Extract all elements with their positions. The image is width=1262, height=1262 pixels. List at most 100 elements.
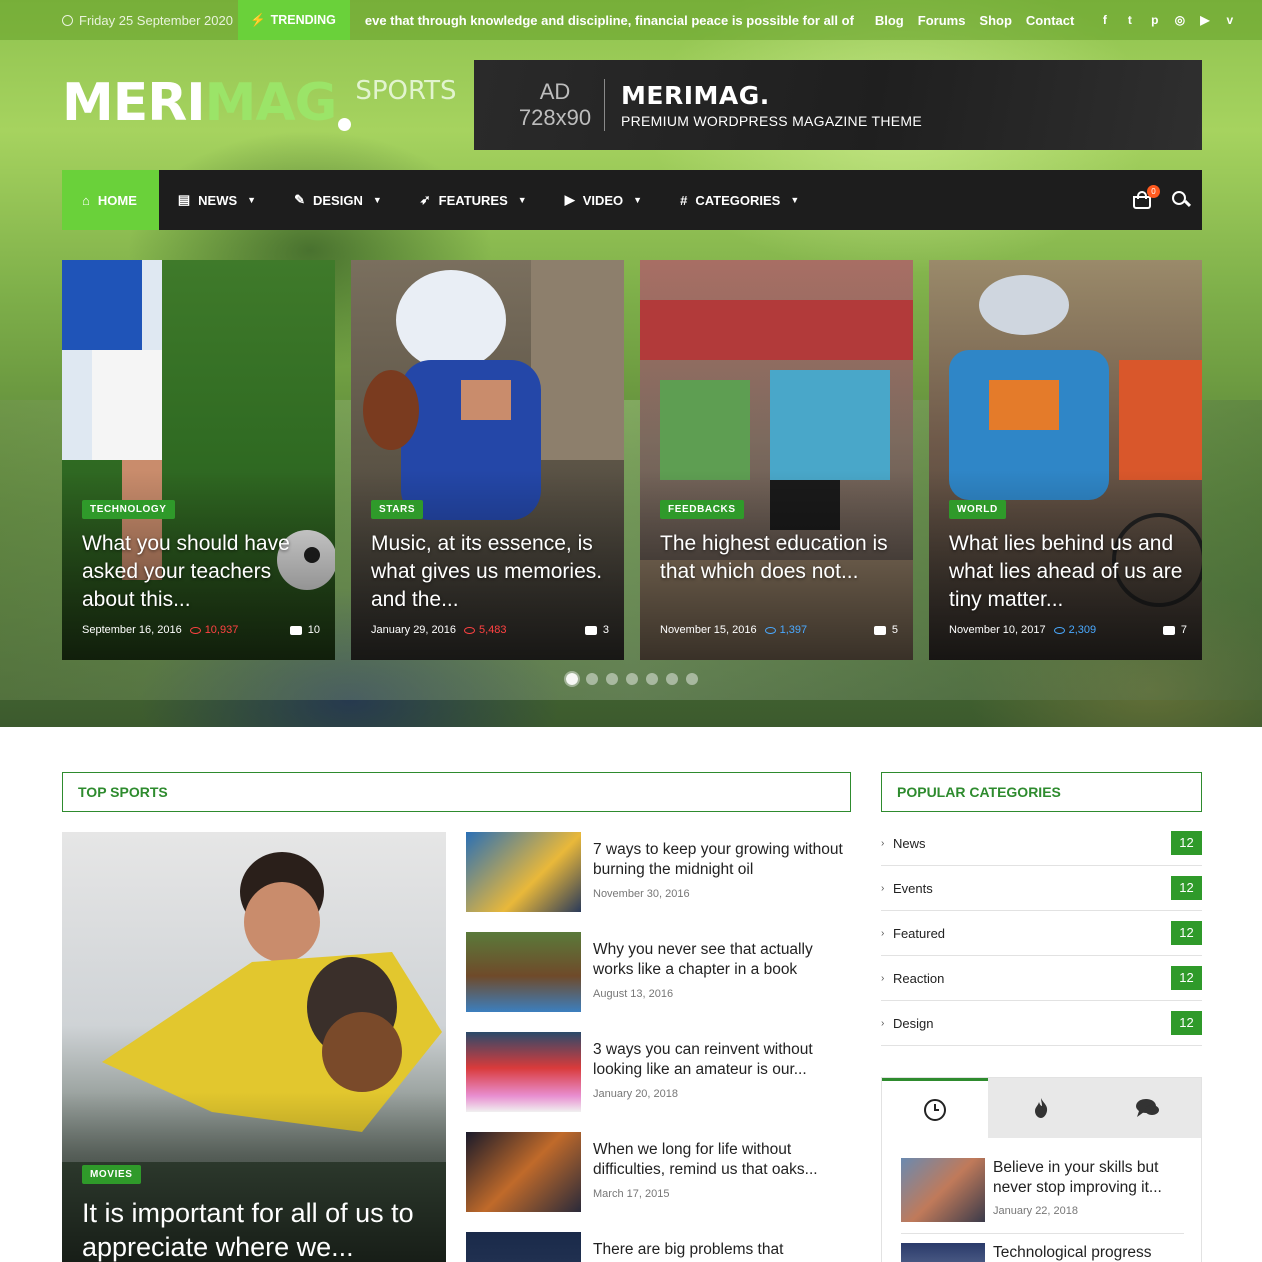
clock-icon xyxy=(62,14,73,26)
list-item[interactable]: Believe in your skills but never stop im… xyxy=(901,1158,1184,1222)
cart-icon[interactable]: 0 xyxy=(1132,185,1160,209)
featured-title[interactable]: It is important for all of us to appreci… xyxy=(82,1196,432,1262)
post-thumbnail[interactable] xyxy=(901,1158,985,1222)
category-item-featured[interactable]: › Featured 12 xyxy=(881,911,1202,956)
trending-ticker[interactable]: eve that through knowledge and disciplin… xyxy=(365,13,855,28)
post-thumbnail[interactable] xyxy=(466,1232,581,1262)
card-meta: January 29, 2016 5,483 3 xyxy=(371,624,609,636)
comment-count[interactable]: 10 xyxy=(289,624,320,636)
slider-card[interactable]: WORLD What lies behind us and what lies … xyxy=(929,260,1202,660)
eye-icon xyxy=(1053,626,1065,634)
category-item-news[interactable]: › News 12 xyxy=(881,821,1202,866)
list-item[interactable]: Technological progress xyxy=(901,1243,1184,1262)
category-item-reaction[interactable]: › Reaction 12 xyxy=(881,956,1202,1001)
nav-item-news[interactable]: ▤ NEWS ▼ xyxy=(159,170,275,230)
slider-dot[interactable] xyxy=(646,673,658,685)
ad-banner[interactable]: AD 728x90 MERIMAG. PREMIUM WORDPRESS MAG… xyxy=(474,60,1202,150)
slider-dot[interactable] xyxy=(666,673,678,685)
post-thumbnail[interactable] xyxy=(466,832,581,912)
facebook-icon[interactable]: f xyxy=(1098,13,1111,27)
top-link-blog[interactable]: Blog xyxy=(875,13,904,28)
category-name[interactable]: Featured xyxy=(893,926,945,941)
slider-dot[interactable] xyxy=(626,673,638,685)
twitter-icon[interactable]: t xyxy=(1123,13,1136,27)
card-title[interactable]: What you should have asked your teachers… xyxy=(82,530,322,614)
category-badge[interactable]: MOVIES xyxy=(82,1165,141,1184)
magic-wand-icon: ✎ xyxy=(294,192,305,207)
list-item[interactable]: When we long for life without difficulti… xyxy=(466,1132,851,1212)
nav-item-categories[interactable]: # CATEGORIES ▼ xyxy=(661,170,818,230)
list-item[interactable]: 7 ways to keep your growing without burn… xyxy=(466,832,851,912)
slider-dot[interactable] xyxy=(686,673,698,685)
post-title[interactable]: Believe in your skills but never stop im… xyxy=(993,1158,1184,1198)
list-item[interactable]: Why you never see that actually works li… xyxy=(466,932,851,1012)
top-link-forums[interactable]: Forums xyxy=(918,13,966,28)
featured-post[interactable]: MOVIES It is important for all of us to … xyxy=(62,832,446,1262)
card-title[interactable]: The highest education is that which does… xyxy=(660,530,900,614)
slider-card[interactable]: STARS Music, at its essence, is what giv… xyxy=(351,260,624,660)
top-link-contact[interactable]: Contact xyxy=(1026,13,1074,28)
category-item-events[interactable]: › Events 12 xyxy=(881,866,1202,911)
logo-part-2: MAG xyxy=(204,73,338,133)
top-link-shop[interactable]: Shop xyxy=(979,13,1012,28)
tab-recent[interactable] xyxy=(882,1078,989,1138)
search-icon[interactable] xyxy=(1172,191,1192,209)
comments-value: 3 xyxy=(602,624,609,636)
nav-item-video[interactable]: ▶ VIDEO ▼ xyxy=(546,170,661,230)
post-title[interactable]: Why you never see that actually works li… xyxy=(593,940,851,980)
category-name[interactable]: Design xyxy=(893,1016,933,1031)
comment-count[interactable]: 3 xyxy=(584,624,609,636)
card-title[interactable]: What lies behind us and what lies ahead … xyxy=(949,530,1189,614)
tab-comments[interactable] xyxy=(1094,1078,1201,1138)
category-badge[interactable]: FEEDBACKS xyxy=(660,500,744,519)
category-name[interactable]: Reaction xyxy=(893,971,944,986)
category-name[interactable]: News xyxy=(893,836,926,851)
nav-item-design[interactable]: ✎ DESIGN ▼ xyxy=(275,170,401,230)
logo-part-1: MERI xyxy=(62,73,206,133)
slider-card[interactable]: TECHNOLOGY What you should have asked yo… xyxy=(62,260,335,660)
card-date: January 29, 2016 xyxy=(371,624,457,636)
category-item-design[interactable]: › Design 12 xyxy=(881,1001,1202,1046)
main-navigation: ⌂ HOME ▤ NEWS ▼ ✎ DESIGN ▼ ➶ FEATURES ▼ … xyxy=(62,170,1202,230)
post-title[interactable]: There are big problems that xyxy=(593,1240,851,1262)
post-thumbnail[interactable] xyxy=(466,1132,581,1212)
category-name[interactable]: Events xyxy=(893,881,933,896)
slider-dot[interactable] xyxy=(606,673,618,685)
category-badge[interactable]: WORLD xyxy=(949,500,1006,519)
comment-icon xyxy=(289,625,302,635)
category-badge[interactable]: TECHNOLOGY xyxy=(82,500,175,519)
post-thumbnail[interactable] xyxy=(901,1243,985,1262)
category-count: 12 xyxy=(1171,876,1202,900)
youtube-icon[interactable]: ▶ xyxy=(1198,13,1211,27)
post-title[interactable]: 3 ways you can reinvent without looking … xyxy=(593,1040,851,1080)
card-title[interactable]: Music, at its essence, is what gives us … xyxy=(371,530,611,614)
comment-count[interactable]: 5 xyxy=(873,624,898,636)
nav-item-features[interactable]: ➶ FEATURES ▼ xyxy=(401,170,546,230)
views-value: 1,397 xyxy=(779,624,808,636)
comment-count[interactable]: 7 xyxy=(1162,624,1187,636)
chevron-down-icon: ▼ xyxy=(633,195,643,205)
vimeo-icon[interactable]: v xyxy=(1223,13,1236,27)
social-links: f t p ◎ ▶ v xyxy=(1098,13,1236,27)
list-item[interactable]: 3 ways you can reinvent without looking … xyxy=(466,1032,851,1112)
trending-text: TRENDING xyxy=(270,13,336,27)
site-logo[interactable]: MERI MAG SPORTS xyxy=(62,72,457,134)
instagram-icon[interactable]: ◎ xyxy=(1173,13,1186,27)
nav-item-home[interactable]: ⌂ HOME xyxy=(62,170,159,230)
slider-dot[interactable] xyxy=(586,673,598,685)
list-item[interactable]: There are big problems that xyxy=(466,1232,851,1262)
post-thumbnail[interactable] xyxy=(466,932,581,1012)
post-thumbnail[interactable] xyxy=(466,1032,581,1112)
nav-label: NEWS xyxy=(198,192,238,208)
post-title[interactable]: Technological progress xyxy=(993,1243,1152,1262)
trending-label: ⚡ TRENDING xyxy=(238,0,350,40)
post-title[interactable]: 7 ways to keep your growing without burn… xyxy=(593,840,851,880)
ticker-text[interactable]: eve that through knowledge and disciplin… xyxy=(365,13,855,28)
category-badge[interactable]: STARS xyxy=(371,500,424,519)
chevron-down-icon: ▼ xyxy=(790,195,800,205)
slider-dot[interactable] xyxy=(566,673,578,685)
slider-card[interactable]: FEEDBACKS The highest education is that … xyxy=(640,260,913,660)
tab-popular[interactable] xyxy=(988,1078,1095,1138)
pinterest-icon[interactable]: p xyxy=(1148,13,1161,27)
post-title[interactable]: When we long for life without difficulti… xyxy=(593,1140,851,1180)
